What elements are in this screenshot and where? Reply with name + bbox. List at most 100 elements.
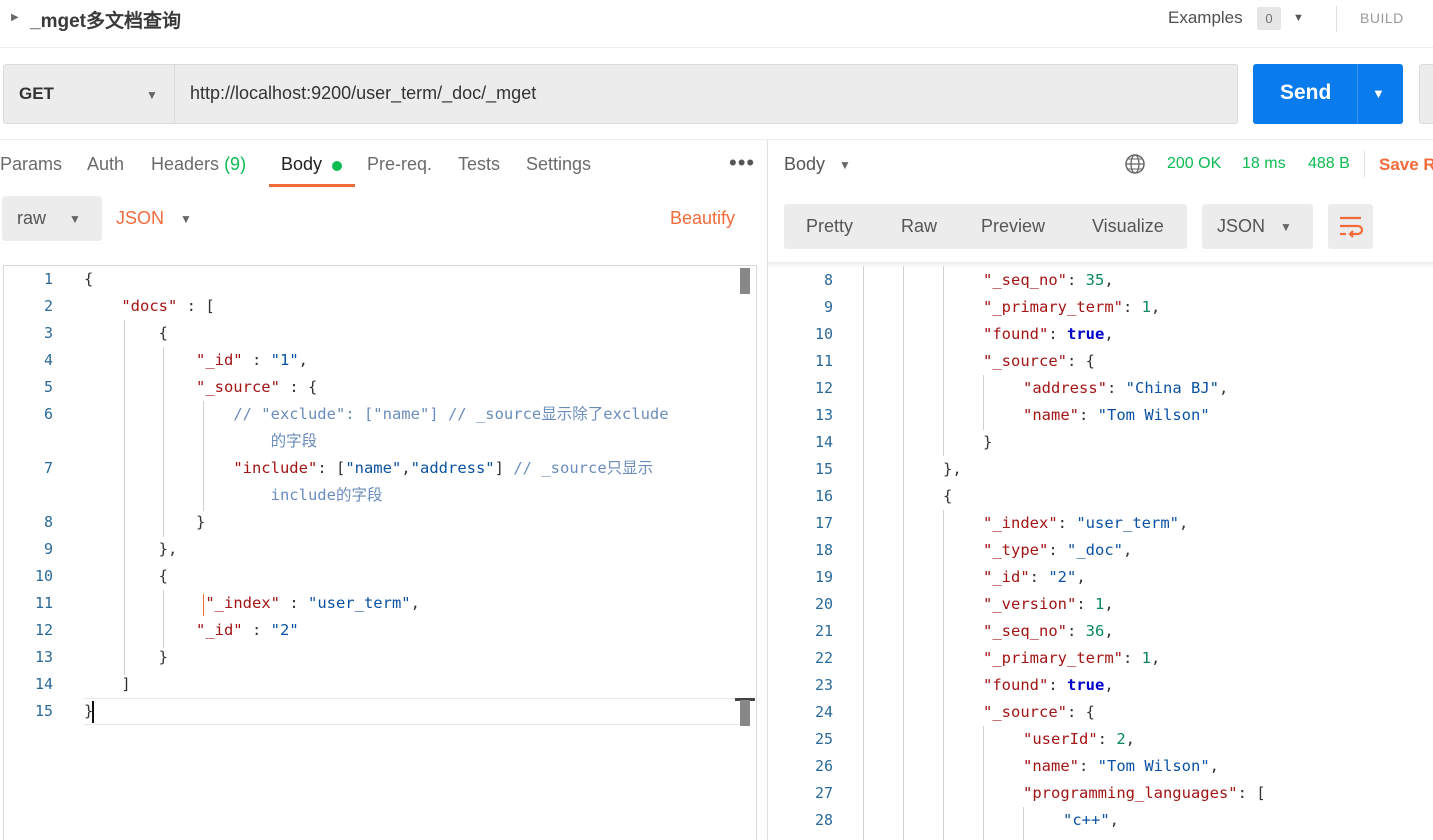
response-time[interactable]: 18 ms — [1242, 155, 1286, 173]
request-header: ▶ _mget多文档查询 Examples 0 ▼ BUILD — [0, 0, 1433, 48]
indent-guide — [983, 726, 984, 840]
wrap-lines-button[interactable] — [1328, 204, 1373, 249]
line-number: 26 — [814, 757, 833, 775]
chevron-down-icon: ▼ — [146, 88, 158, 102]
code-line-7-wrap: include的字段 — [270, 486, 383, 504]
resp-line-25: "userId": 2, — [1023, 730, 1136, 748]
line-number: 2 — [43, 297, 53, 315]
line-number: 5 — [43, 378, 53, 396]
method-label: GET — [19, 84, 54, 103]
response-size[interactable]: 488 B — [1308, 155, 1350, 173]
line-number: 7 — [43, 459, 53, 477]
resp-line-10: "found": true, — [983, 325, 1114, 343]
chevron-down-icon: ▼ — [1280, 220, 1292, 234]
indent-guide — [943, 510, 944, 840]
code-line-2: "docs" : [ — [121, 297, 215, 315]
response-status[interactable]: 200 OK — [1167, 155, 1221, 173]
examples-label[interactable]: Examples — [1168, 8, 1243, 28]
line-number: 9 — [823, 298, 833, 316]
line-number: 15 — [34, 702, 53, 720]
indent-guide — [983, 375, 984, 430]
line-number: 12 — [34, 621, 53, 639]
code-line-12: "_id" : "2" — [195, 621, 299, 639]
chevron-down-icon[interactable]: ▼ — [180, 212, 192, 226]
line-number: 13 — [814, 406, 833, 424]
line-number: 16 — [814, 487, 833, 505]
code-line-6-wrap: 的字段 — [270, 432, 318, 450]
pane-divider[interactable] — [767, 140, 768, 840]
line-number: 22 — [814, 649, 833, 667]
send-button[interactable]: Send ▼ — [1253, 64, 1403, 124]
tab-headers-label: Headers — [151, 154, 220, 174]
collapse-caret-icon[interactable]: ▶ — [11, 12, 19, 23]
build-button[interactable]: BUILD — [1360, 10, 1404, 26]
tab-auth[interactable]: Auth — [87, 154, 124, 175]
headers-count: (9) — [224, 154, 247, 174]
method-select[interactable]: GET ▼ — [3, 64, 175, 124]
code-line-14: ] — [84, 675, 131, 693]
beautify-button[interactable]: Beautify — [670, 208, 735, 229]
active-tab-indicator — [269, 184, 355, 187]
resp-line-21: "_seq_no": 36, — [983, 622, 1114, 640]
line-number: 18 — [814, 541, 833, 559]
more-options-icon[interactable]: ••• — [729, 150, 755, 176]
chevron-down-icon[interactable]: ▼ — [1293, 12, 1304, 24]
code-line-13: } — [84, 648, 168, 666]
line-number: 11 — [34, 594, 53, 612]
body-mode-select[interactable]: raw ▼ — [2, 196, 102, 241]
tab-raw[interactable]: Raw — [901, 216, 937, 237]
response-view-tabs: Pretty Raw Preview Visualize — [784, 204, 1187, 249]
tab-body[interactable]: Body — [281, 154, 322, 175]
tab-params[interactable]: Params — [0, 154, 62, 175]
resp-line-11: "_source": { — [983, 352, 1095, 370]
wrap-lines-icon — [1340, 216, 1364, 238]
line-number: 27 — [814, 784, 833, 802]
save-button[interactable] — [1419, 64, 1433, 124]
tab-preview[interactable]: Preview — [981, 216, 1045, 237]
url-input[interactable]: http://localhost:9200/user_term/_doc/_mg… — [175, 64, 1238, 124]
examples-count-badge: 0 — [1257, 7, 1281, 30]
resp-line-28: "c++", — [1063, 811, 1120, 829]
line-number: 19 — [814, 568, 833, 586]
resp-line-23: "found": true, — [983, 676, 1114, 694]
chevron-down-icon[interactable]: ▼ — [839, 158, 851, 172]
body-mode-label: raw — [17, 208, 47, 228]
save-response-button[interactable]: Save R — [1379, 155, 1433, 175]
code-line-4: "_id" : "1", — [195, 351, 308, 369]
response-body-select[interactable]: Body — [784, 154, 825, 175]
resp-line-19: "_id": "2", — [983, 568, 1086, 586]
line-number: 23 — [814, 676, 833, 694]
resp-line-8: "_seq_no": 35, — [983, 271, 1114, 289]
resp-line-22: "_primary_term": 1, — [983, 649, 1161, 667]
editor-scrollbar-thumb[interactable] — [740, 268, 750, 294]
body-indicator-dot — [332, 161, 342, 171]
line-number: 12 — [814, 379, 833, 397]
line-number: 6 — [43, 405, 53, 423]
resp-line-17: "_index": "user_term", — [983, 514, 1189, 532]
line-number: 15 — [814, 460, 833, 478]
chevron-down-icon: ▼ — [69, 212, 81, 226]
tab-visualize[interactable]: Visualize — [1092, 216, 1164, 237]
resp-line-27: "programming_languages": [ — [1023, 784, 1266, 802]
chevron-down-icon[interactable]: ▼ — [1372, 86, 1385, 101]
line-number: 1 — [43, 270, 53, 288]
tab-settings[interactable]: Settings — [526, 154, 591, 175]
code-line-3: { — [84, 324, 168, 342]
tab-pretty[interactable]: Pretty — [806, 216, 853, 237]
body-format-select[interactable]: JSON — [116, 208, 164, 229]
code-line-8: } — [84, 513, 206, 531]
resp-line-26: "name": "Tom Wilson", — [1023, 757, 1219, 775]
resp-line-18: "_type": "_doc", — [983, 541, 1133, 559]
request-title[interactable]: _mget多文档查询 — [30, 6, 181, 33]
globe-icon[interactable] — [1124, 153, 1146, 175]
response-format-select[interactable]: JSON ▼ — [1202, 204, 1313, 249]
tab-tests[interactable]: Tests — [458, 154, 500, 175]
line-number: 4 — [43, 351, 53, 369]
tab-prereq[interactable]: Pre-req. — [367, 154, 432, 175]
editor-scrollbar-thumb-bottom[interactable] — [740, 700, 750, 726]
resp-line-24: "_source": { — [983, 703, 1095, 721]
line-number: 8 — [43, 513, 53, 531]
resp-line-16: { — [943, 487, 953, 505]
line-number: 11 — [814, 352, 833, 370]
tab-headers[interactable]: Headers (9) — [151, 154, 246, 175]
